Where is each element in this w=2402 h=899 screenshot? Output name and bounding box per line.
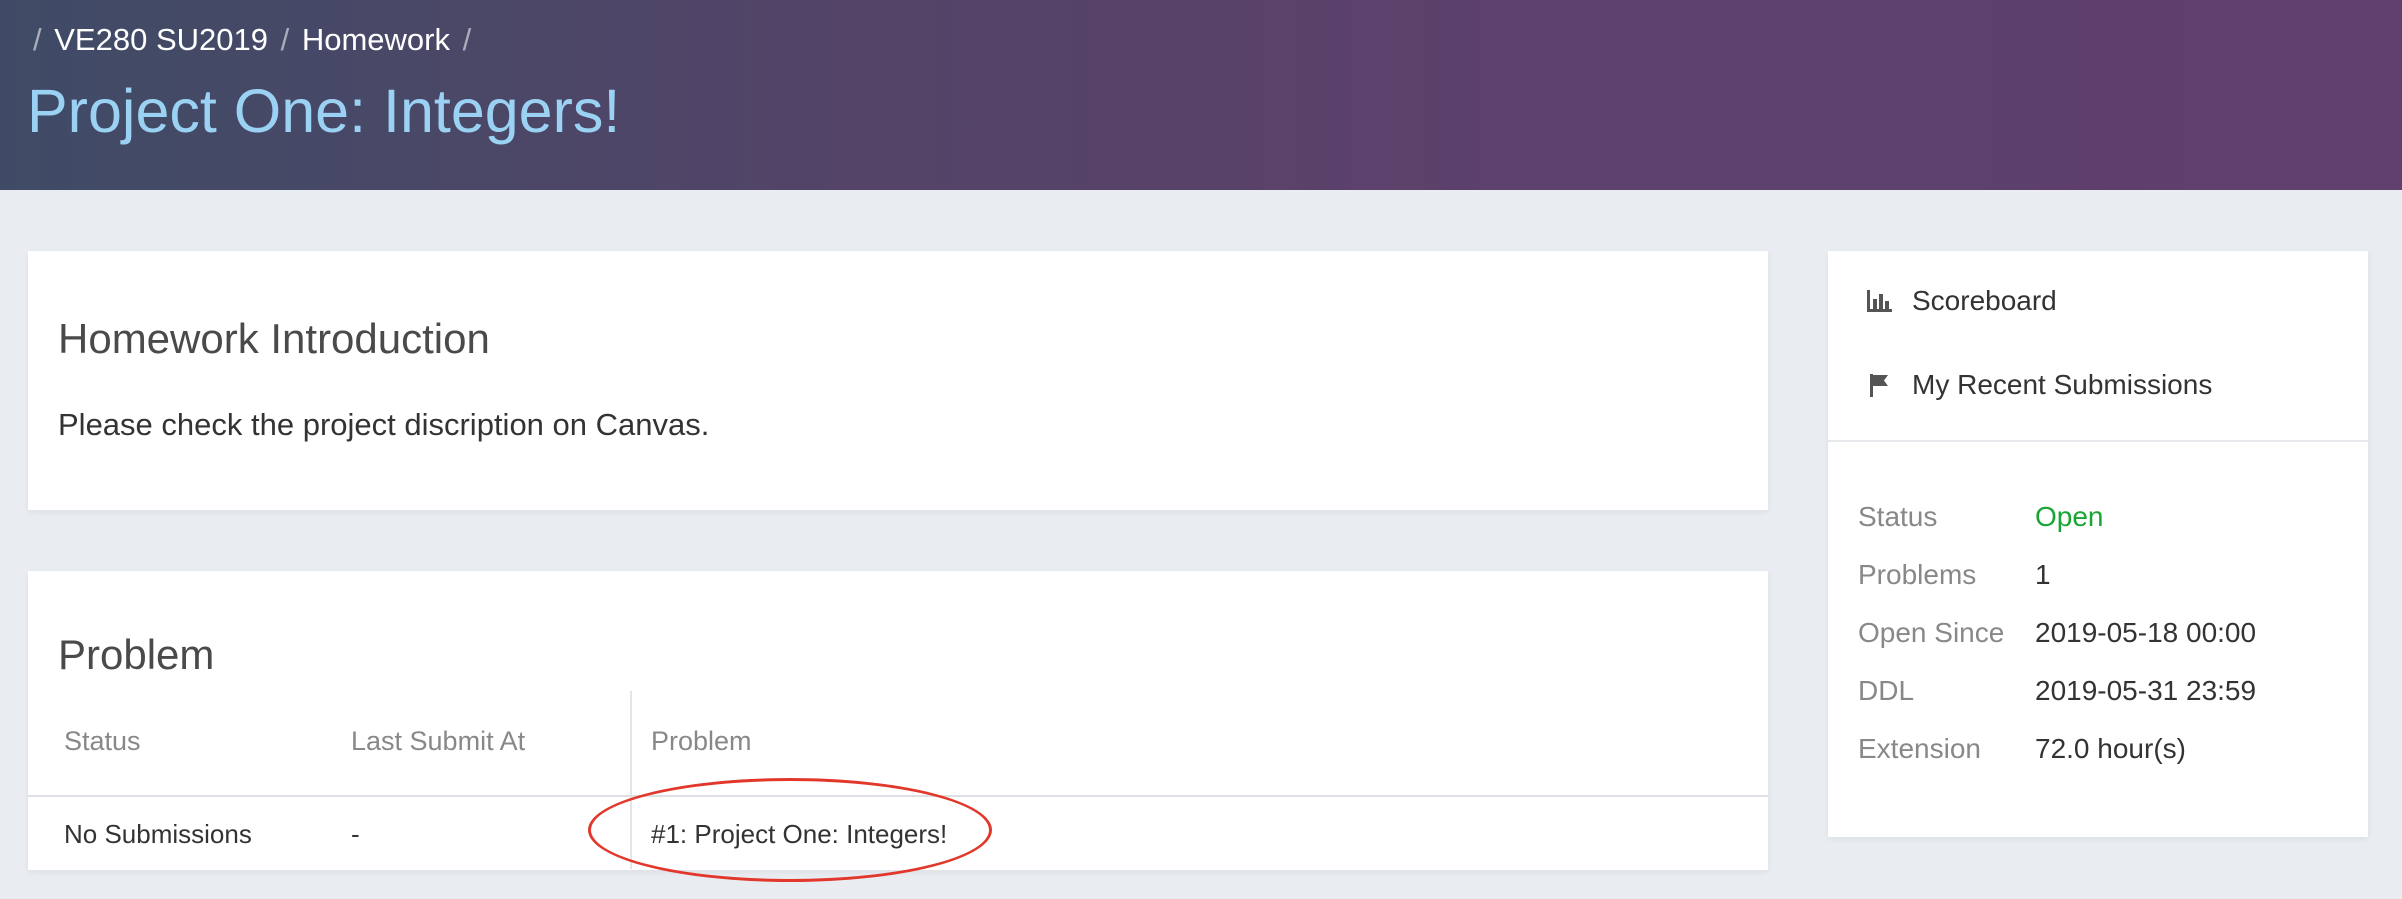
problems-count-value: 1	[2035, 559, 2051, 590]
status-value: Open	[2035, 501, 2104, 532]
info-label-problems: Problems	[1858, 559, 1977, 590]
column-divider	[630, 691, 632, 869]
ddl-value: 2019-05-31 23:59	[2035, 675, 2257, 706]
breadcrumb-separator: /	[280, 22, 290, 57]
sidebar-divider	[1828, 440, 2368, 442]
homework-introduction-card: Homework Introduction Please check the p…	[28, 251, 1768, 510]
breadcrumb: / VE280 SU2019 / Homework /	[29, 20, 475, 60]
column-header-status: Status	[64, 726, 141, 756]
column-header-problem: Problem	[651, 726, 752, 756]
section-title: Problem	[58, 631, 215, 678]
table-header-divider	[28, 795, 1768, 797]
bar-chart-icon	[1864, 286, 1894, 316]
flag-icon	[1864, 370, 1894, 400]
row-last-submit: -	[351, 819, 360, 849]
section-title: Homework Introduction	[58, 315, 490, 362]
info-label-extension: Extension	[1858, 733, 1981, 764]
info-label-status: Status	[1858, 501, 1938, 532]
info-label-open-since: Open Since	[1858, 617, 2005, 648]
scoreboard-label: Scoreboard	[1912, 285, 2057, 316]
scoreboard-link[interactable]: Scoreboard	[1864, 279, 2057, 323]
breadcrumb-separator: /	[462, 22, 472, 57]
recent-submissions-label: My Recent Submissions	[1912, 369, 2213, 400]
page-header: / VE280 SU2019 / Homework / Project One:…	[0, 0, 2402, 190]
breadcrumb-separator: /	[33, 22, 42, 57]
introduction-text: Please check the project discription on …	[58, 407, 710, 442]
sidebar-card: Scoreboard My Recent Submissions Status …	[1828, 251, 2368, 837]
open-since-value: 2019-05-18 00:00	[2035, 617, 2257, 648]
page-title: Project One: Integers!	[27, 77, 621, 145]
extension-value: 72.0 hour(s)	[2035, 733, 2186, 764]
info-label-ddl: DDL	[1858, 675, 1915, 706]
problem-card: Problem Status Last Submit At Problem No…	[28, 571, 1768, 882]
recent-submissions-link[interactable]: My Recent Submissions	[1864, 363, 2212, 407]
column-header-last-submit: Last Submit At	[351, 726, 526, 756]
breadcrumb-course-link[interactable]: VE280 SU2019	[54, 22, 268, 57]
problem-link[interactable]: #1: Project One: Integers!	[651, 814, 947, 854]
breadcrumb-homework-link[interactable]: Homework	[302, 22, 450, 57]
row-status: No Submissions	[64, 819, 252, 849]
